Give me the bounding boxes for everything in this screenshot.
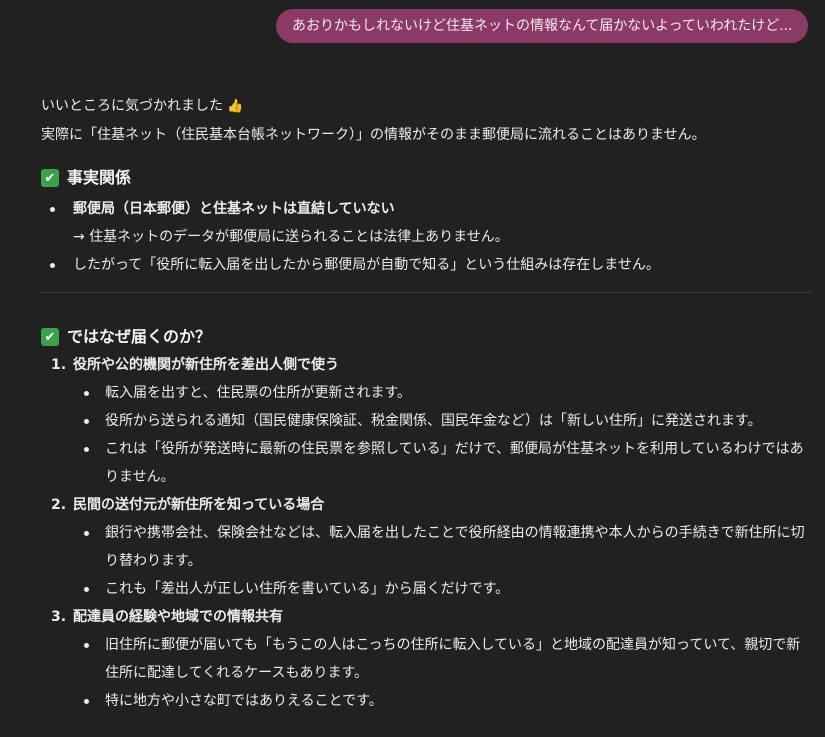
sub-list: 銀行や携帯会社、保険会社などは、転入届を出したことで役所経由の情報連携や本人から… xyxy=(73,519,811,603)
list-item: 郵便局（日本郵便）と住基ネットは直結していない → 住基ネットのデータが郵便局に… xyxy=(41,195,811,251)
check-mark-icon: ✔ xyxy=(41,169,59,187)
sub-list: 旧住所に郵便が届いても「もうこの人はこっちの住所に転入している」と地域の配達員が… xyxy=(73,631,811,715)
check-mark-icon: ✔ xyxy=(41,328,59,346)
sub-list-item: これも「差出人が正しい住所を書いている」から届くだけです。 xyxy=(73,575,811,603)
item-number: 1. xyxy=(51,357,67,373)
list-item-bold: 郵便局（日本郵便）と住基ネットは直結していない xyxy=(73,201,395,217)
divider xyxy=(41,292,811,293)
assistant-response: いいところに気づかれました 👍 実際に「住基ネット（住民基本台帳ネットワーク）」の… xyxy=(41,92,811,715)
section-heading-facts: ✔ 事実関係 xyxy=(41,164,811,192)
intro-line-2: 実際に「住基ネット（住民基本台帳ネットワーク）」の情報がそのまま郵便局に流れるこ… xyxy=(41,127,706,143)
item-number: 2. xyxy=(51,497,67,513)
list-item-text: したがって「役所に転入届を出したから郵便局が自動で知る」という仕組みは存在しませ… xyxy=(73,257,660,273)
intro-text: いいところに気づかれました xyxy=(41,98,223,114)
numbered-item: 1. 役所や公的機関が新住所を差出人側で使う 転入届を出すと、住民票の住所が更新… xyxy=(41,351,811,491)
section-heading-why: ✔ ではなぜ届くのか？ xyxy=(41,323,811,351)
numbered-item: 3. 配達員の経験や地域での情報共有 旧住所に郵便が届いても「もうこの人はこっち… xyxy=(41,603,811,715)
item-number: 3. xyxy=(51,609,67,625)
section-title: 事実関係 xyxy=(67,168,132,187)
sub-list: 転入届を出すと、住民票の住所が更新されます。 役所から送られる通知（国民健康保険… xyxy=(73,379,811,491)
sub-list-item: 特に地方や小さな町ではありえることです。 xyxy=(73,687,811,715)
intro-line-1: いいところに気づかれました 👍 xyxy=(41,92,811,121)
item-title: 民間の送付元が新住所を知っている場合 xyxy=(73,497,325,513)
list-item: したがって「役所に転入届を出したから郵便局が自動で知る」という仕組みは存在しませ… xyxy=(41,251,811,279)
facts-list: 郵便局（日本郵便）と住基ネットは直結していない → 住基ネットのデータが郵便局に… xyxy=(41,195,811,279)
sub-list-item: 銀行や携帯会社、保険会社などは、転入届を出したことで役所経由の情報連携や本人から… xyxy=(73,519,811,575)
reasons-list: 1. 役所や公的機関が新住所を差出人側で使う 転入届を出すと、住民票の住所が更新… xyxy=(41,351,811,715)
numbered-item: 2. 民間の送付元が新住所を知っている場合 銀行や携帯会社、保険会社などは、転入… xyxy=(41,491,811,603)
item-title: 役所や公的機関が新住所を差出人側で使う xyxy=(73,357,339,373)
section-title: ではなぜ届くのか？ xyxy=(67,327,212,346)
sub-list-item: 旧住所に郵便が届いても「もうこの人はこっちの住所に転入している」と地域の配達員が… xyxy=(73,631,811,687)
sub-list-item: 役所から送られる通知（国民健康保険証、税金関係、国民年金など）は「新しい住所」に… xyxy=(73,407,811,435)
list-item-text: → 住基ネットのデータが郵便局に送られることは法律上ありません。 xyxy=(73,229,509,245)
sub-list-item: 転入届を出すと、住民票の住所が更新されます。 xyxy=(73,379,811,407)
user-message-bubble: あおりかもしれないけど住基ネットの情報なんて届かないよっていわれたけど... xyxy=(276,9,808,43)
sub-list-item: これは「役所が発送時に最新の住民票を参照している」だけで、郵便局が住基ネットを利… xyxy=(73,435,811,491)
item-title: 配達員の経験や地域での情報共有 xyxy=(73,609,283,625)
thumbs-up-icon: 👍 xyxy=(227,99,244,114)
